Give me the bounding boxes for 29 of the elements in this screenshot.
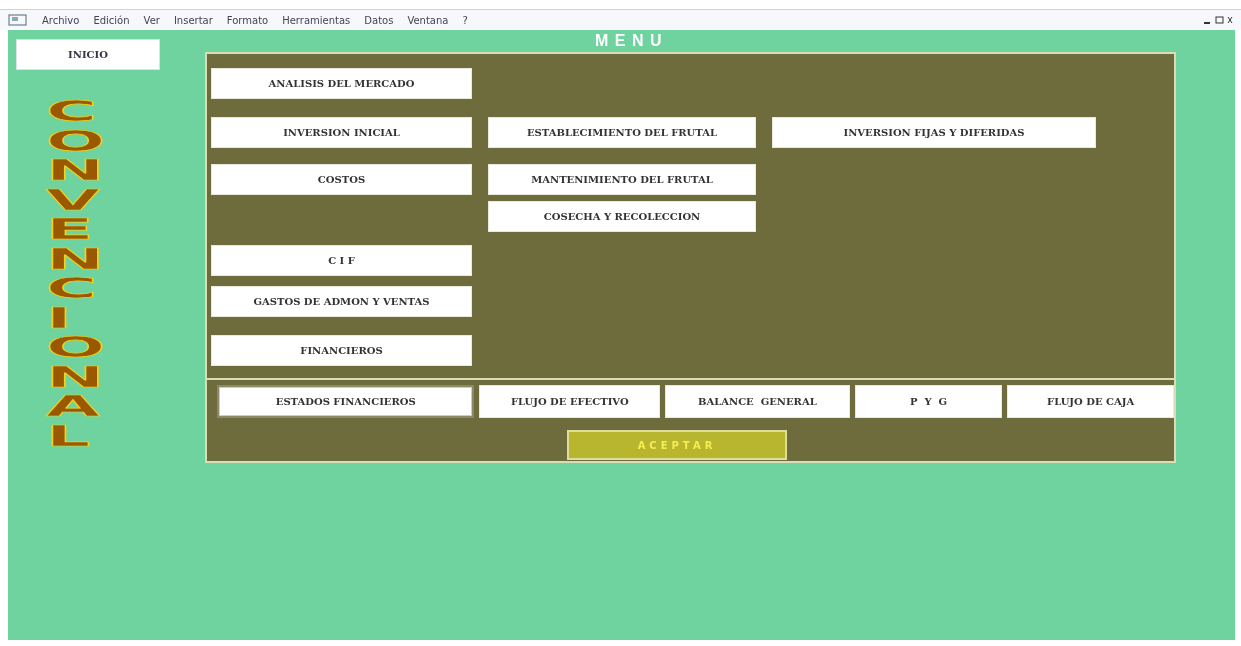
menu-button[interactable]: FINANCIEROS [211,335,472,366]
menu-item[interactable]: Herramientas [282,14,351,26]
report-tab[interactable]: FLUJO DE EFECTIVO [479,385,661,418]
menu-button[interactable]: GASTOS DE ADMON Y VENTAS [211,286,472,317]
menu-item[interactable]: ? [462,14,468,26]
menu-item[interactable]: Datos [364,14,394,26]
menu-button[interactable]: MANTENIMIENTO DEL FRUTAL [488,164,756,195]
menu-button[interactable]: INVERSION FIJAS Y DIFERIDAS [772,117,1096,148]
menu-item[interactable]: Edición [93,14,130,26]
menu-button[interactable]: COSTOS [211,164,472,195]
logo-text: CONVENCIONAL [46,97,107,451]
menu-button[interactable]: ANALISIS DEL MERCADO [211,68,472,99]
report-tab[interactable]: FLUJO DE CAJA [1007,385,1174,418]
menu-item[interactable]: Ventana [407,14,449,26]
menu-button[interactable]: C I F [211,245,472,276]
menu-button[interactable]: INVERSION INICIAL [211,117,472,148]
report-tab[interactable]: BALANCE GENERAL [665,385,850,418]
menu-item[interactable]: Archivo [42,14,80,26]
menu-button[interactable]: COSECHA Y RECOLECCION [488,201,756,232]
app-icon [8,14,28,26]
menu-title: M E N U [595,32,663,51]
menu-item[interactable]: Ver [143,14,160,26]
inicio-button[interactable]: INICIO [16,39,160,70]
report-tab[interactable]: P Y G [854,385,1003,418]
menu-button[interactable]: ESTABLECIMIENTO DEL FRUTAL [488,117,756,148]
menu-item[interactable]: Insertar [173,14,213,26]
menu-item[interactable]: Formato [226,14,269,26]
window-controls-icon[interactable] [1203,15,1233,25]
report-tab[interactable]: ESTADOS FINANCIEROS [217,385,475,418]
